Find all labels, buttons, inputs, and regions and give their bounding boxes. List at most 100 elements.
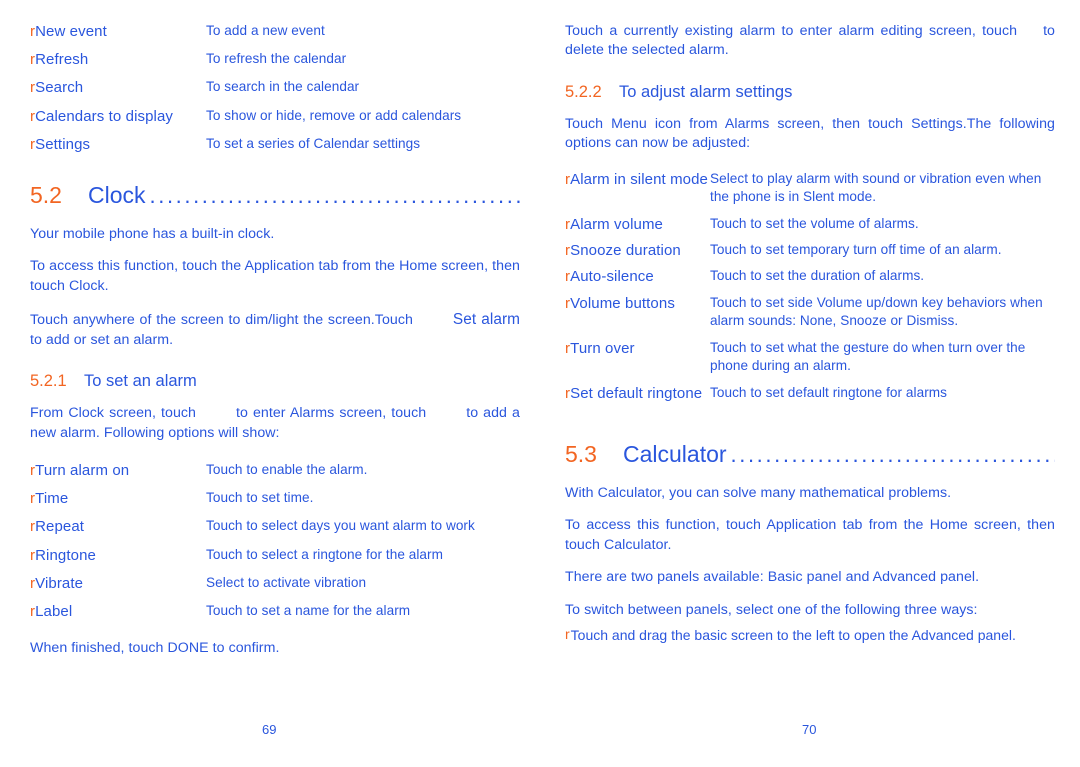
- term-description: Touch to set default ringtone for alarms: [710, 384, 947, 400]
- term-description: Select to activate vibration: [206, 574, 367, 590]
- paragraph-text-tail: to add or set an alarm.: [30, 331, 174, 348]
- paragraph-text: to enter Alarms screen, touch: [236, 405, 427, 422]
- subsection-number: 5.2.1: [30, 372, 67, 391]
- paragraph-text: Touch anywhere of the screen to dim/ligh…: [30, 312, 413, 329]
- list-item: r Search To search in the calendar: [30, 78, 520, 97]
- term-text: Snooze duration: [570, 242, 681, 260]
- alarm-options-list: r Turn alarm on Touch to enable the alar…: [30, 461, 520, 621]
- term-text: Auto-silence: [570, 268, 654, 286]
- term-label: r Search: [30, 78, 206, 97]
- manual-page-spread: r New event To add a new event r Refresh…: [0, 0, 1080, 767]
- alarm-settings-list: r Alarm in silent mode Select to play al…: [565, 170, 1055, 403]
- term-description: Select to play alarm with sound or vibra…: [710, 170, 1042, 204]
- list-item: r Settings To set a series of Calendar s…: [30, 135, 520, 154]
- section-title: Clock: [88, 181, 146, 208]
- term-text: Settings: [35, 135, 91, 153]
- term-label: r Ringtone: [30, 546, 206, 565]
- paragraph-with-icon-gap: Touch anywhere of the screen to dim/ligh…: [30, 309, 520, 350]
- paragraph: To access this function, touch the Appli…: [30, 258, 520, 294]
- list-item: r Ringtone Touch to select a ringtone fo…: [30, 546, 520, 565]
- dot-leader: ........................................…: [149, 182, 520, 208]
- page-number-right: 70: [802, 722, 817, 737]
- term-text: Time: [35, 490, 69, 508]
- list-item: r Alarm in silent mode Select to play al…: [565, 170, 1055, 206]
- list-item: r Label Touch to set a name for the alar…: [30, 602, 520, 621]
- term-description: Touch to set the duration of alarms.: [710, 268, 925, 284]
- section-number: 5.3: [565, 441, 597, 468]
- term-description: Touch to select a ringtone for the alarm: [206, 546, 443, 562]
- page-number-left: 69: [262, 722, 277, 737]
- left-page-column: r New event To add a new event r Refresh…: [30, 22, 520, 659]
- paragraph-text: Touch a currently existing alarm to ente…: [565, 23, 1018, 39]
- term-label: r Calendars to display: [30, 107, 206, 126]
- term-text: New event: [35, 23, 107, 40]
- paragraph-emphasis: Set alarm: [452, 311, 520, 329]
- term-label: r Label: [30, 602, 206, 621]
- section-heading-clock: 5.2 Clock ..............................…: [30, 182, 520, 209]
- list-item-text: Touch and drag the basic screen to the l…: [570, 627, 1016, 644]
- paragraph: Your mobile phone has a built-in clock.: [30, 225, 275, 242]
- dot-leader: ........................................…: [730, 442, 1055, 468]
- subsection-number: 5.2.2: [565, 82, 602, 101]
- list-item: r New event To add a new event: [30, 22, 520, 41]
- paragraph: To switch between panels, select one of …: [565, 601, 978, 618]
- term-text: Label: [35, 603, 73, 621]
- term-description: Touch to set the volume of alarms.: [710, 215, 919, 231]
- list-item: r Calendars to display To show or hide, …: [30, 107, 520, 126]
- term-text: Set default ringtone: [570, 384, 703, 402]
- term-label: r Vibrate: [30, 574, 206, 593]
- term-label: r Settings: [30, 135, 206, 154]
- section-title: Calculator: [623, 441, 727, 468]
- paragraph: There are two panels available: Basic pa…: [565, 569, 980, 586]
- term-label: r Time: [30, 489, 206, 508]
- subsection-title: To adjust alarm settings: [619, 82, 793, 101]
- term-text: Repeat: [35, 518, 85, 536]
- list-item: r Alarm volume Touch to set the volume o…: [565, 215, 1055, 234]
- term-text: Ringtone: [35, 546, 96, 564]
- term-description: To set a series of Calendar settings: [206, 135, 421, 151]
- list-item: r Set default ringtone Touch to set defa…: [565, 384, 1055, 403]
- list-item: r Refresh To refresh the calendar: [30, 50, 520, 69]
- term-description: Touch to set time.: [206, 490, 314, 506]
- term-text: Refresh: [35, 51, 89, 69]
- term-text: Turn alarm on: [35, 462, 130, 480]
- term-description: To refresh the calendar: [206, 51, 347, 67]
- calendar-menu-options-list: r New event To add a new event r Refresh…: [30, 22, 520, 154]
- term-label: r Volume buttons: [565, 294, 710, 313]
- term-text: Alarm in silent mode: [570, 170, 708, 188]
- section-number: 5.2: [30, 181, 62, 208]
- term-text: Alarm volume: [570, 215, 664, 233]
- paragraph-text: From Clock screen, touch: [30, 405, 196, 422]
- term-description: Touch to set side Volume up/down key beh…: [710, 294, 1043, 328]
- term-description: To show or hide, remove or add calendars: [206, 107, 462, 123]
- list-item: r Snooze duration Touch to set temporary…: [565, 241, 1055, 260]
- term-label: r Refresh: [30, 50, 206, 69]
- list-item: r Turn over Touch to set what the gestur…: [565, 339, 1055, 375]
- term-description: To add a new event: [206, 23, 325, 38]
- paragraph: To access this function, touch Applicati…: [565, 517, 1055, 553]
- paragraph-with-icon-gap: Touch a currently existing alarm to ente…: [565, 22, 1055, 61]
- term-text: Search: [35, 79, 84, 97]
- section-heading-calculator: 5.3 Calculator .........................…: [565, 441, 1055, 468]
- term-text: Turn over: [570, 339, 635, 357]
- list-item: r Vibrate Select to activate vibration: [30, 574, 520, 593]
- paragraph: Touch Menu icon from Alarms screen, then…: [565, 115, 1055, 152]
- term-text: Calendars to display: [35, 107, 174, 125]
- term-label: r Snooze duration: [565, 241, 710, 260]
- term-text: Vibrate: [35, 574, 84, 592]
- paragraph: With Calculator, you can solve many math…: [565, 485, 952, 502]
- list-item: r Touch and drag the basic screen to the…: [565, 626, 1055, 645]
- term-label: r Set default ringtone: [565, 384, 710, 403]
- term-label: r New event: [30, 22, 206, 41]
- term-label: r Alarm in silent mode: [565, 170, 710, 189]
- term-description: Touch to set a name for the alarm: [206, 603, 411, 619]
- subsection-heading-set-alarm: 5.2.1 To set an alarm: [30, 372, 520, 391]
- term-label: r Auto-silence: [565, 267, 710, 286]
- term-label: r Turn over: [565, 339, 710, 358]
- subsection-heading-adjust-alarm-settings: 5.2.2 To adjust alarm settings: [565, 83, 1055, 102]
- list-item: r Time Touch to set time.: [30, 489, 520, 508]
- paragraph-with-icon-gap: From Clock screen, touch to enter Alarms …: [30, 404, 520, 443]
- term-description: To search in the calendar: [206, 79, 360, 95]
- list-item: r Repeat Touch to select days you want a…: [30, 517, 520, 536]
- finish-note: When finished, touch DONE to confirm.: [30, 640, 280, 657]
